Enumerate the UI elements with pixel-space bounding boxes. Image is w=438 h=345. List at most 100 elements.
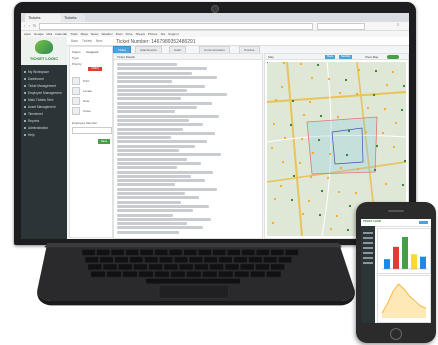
top-nav: Back Tickets Next	[71, 37, 102, 45]
bookmark-item[interactable]: Apps	[24, 32, 31, 36]
sidebar-item[interactable]: My Workspace	[24, 69, 66, 75]
locate-button[interactable]: Locate	[72, 87, 110, 96]
bookmark-item[interactable]: Mail	[47, 32, 53, 36]
browser-tab-strip: Tickets Tickets	[21, 13, 409, 22]
map-marker	[345, 153, 349, 157]
bookmark-item[interactable]: Photos	[148, 32, 157, 36]
sidebar-item[interactable]: Dashboard	[24, 76, 66, 82]
save-button[interactable]: Save	[98, 139, 110, 144]
bookmark-item[interactable]: Trello	[70, 32, 77, 36]
sidebar-item-label: Employee Management	[28, 91, 62, 95]
nav-back-button[interactable]: Back	[71, 39, 78, 43]
ticket-text-line	[117, 196, 199, 200]
sidebar-item[interactable]: Ticket Management	[24, 83, 66, 89]
laptop-screen: Tickets Tickets ‹ › ↻ ≡ Apps Google Mail Ca…	[21, 13, 409, 239]
map-marker	[326, 176, 330, 180]
bookmark-item[interactable]: Weather	[101, 32, 112, 36]
keyboard-key	[255, 263, 270, 270]
phone-speaker	[388, 210, 404, 212]
keyboard-key	[240, 263, 255, 270]
keyboard-key	[234, 271, 250, 278]
reload-icon[interactable]: ↻	[33, 23, 36, 28]
bookmark-item[interactable]: News	[91, 32, 99, 36]
phone-home-button[interactable]	[390, 328, 402, 340]
browser-tab-new[interactable]: Tickets	[61, 14, 85, 22]
sidebar-item[interactable]: Mark Tickets Sent	[24, 97, 66, 103]
ticket-text-line	[117, 84, 205, 88]
employee-member-select[interactable]	[72, 127, 112, 134]
back-icon[interactable]: ‹	[24, 23, 25, 28]
bookmark-item[interactable]: Calendar	[55, 32, 67, 36]
maps-button[interactable]: Maps	[325, 55, 336, 59]
map-marker	[328, 152, 332, 156]
ticket-text-line	[117, 166, 177, 170]
sidebar-item-label: Mark Tickets Sent	[28, 98, 54, 102]
type-label: Type:	[72, 56, 80, 60]
sidebar-item-label: Reports	[28, 119, 40, 123]
keyboard-key	[154, 271, 170, 278]
keyboard-key	[138, 271, 154, 278]
keyboard-key	[125, 249, 139, 256]
keyboard-key	[129, 256, 144, 263]
sidebar-item[interactable]: Asset Management	[24, 104, 66, 110]
print-button[interactable]: Print	[72, 77, 110, 86]
ticket-text-line	[117, 106, 197, 109]
keyboard-key	[202, 271, 218, 278]
keyboard-key	[99, 256, 114, 263]
keyboard-key	[159, 256, 173, 263]
map-marker	[281, 160, 285, 164]
keyboard-key	[163, 263, 179, 270]
ticket-text-line	[117, 209, 193, 213]
menu-icon[interactable]: ≡	[397, 22, 399, 27]
note-button[interactable]: Note	[72, 97, 110, 106]
map-marker	[270, 146, 274, 150]
browser-tab-active[interactable]: Tickets	[25, 14, 61, 22]
map-marker	[319, 114, 323, 118]
forward-icon[interactable]: ›	[29, 23, 30, 28]
ticket-text-line	[117, 157, 187, 161]
keyboard-key	[87, 263, 102, 270]
ticket-text-line	[117, 187, 217, 191]
ticket-header: Back Tickets Next Ticket Number: 1467989…	[67, 37, 409, 46]
sidebar-item[interactable]: Reports	[24, 118, 66, 124]
map-marker	[301, 212, 305, 216]
bookmark-item[interactable]: Google	[34, 32, 44, 36]
ticket-text-line	[117, 179, 205, 183]
keyboard-key	[96, 249, 110, 256]
close-ticket-button[interactable]: Close	[72, 107, 110, 116]
ticket-text-line	[117, 149, 179, 152]
show-map-toggle[interactable]	[387, 55, 399, 59]
keyboard-key	[154, 249, 168, 256]
bookmark-item[interactable]: Drive	[126, 32, 133, 36]
bookmark-item[interactable]: Sheets	[136, 32, 145, 36]
status-label: Status:	[72, 50, 82, 54]
keyboard-key	[133, 263, 148, 270]
nav-tickets-button[interactable]: Tickets	[82, 39, 92, 43]
sidebar-item-label: Ticket Management	[28, 84, 56, 88]
sidebar-item[interactable]: Timesheet	[24, 111, 66, 117]
map-marker	[381, 131, 385, 135]
map-marker	[327, 77, 331, 81]
sidebar-item[interactable]: Help	[24, 132, 66, 138]
sidebar-item-icon	[24, 92, 26, 95]
sidebar-item-label: Administration	[28, 126, 49, 130]
sidebar-item[interactable]: Administration	[24, 125, 66, 131]
keyboard-key	[186, 271, 202, 278]
sidebar-item-label: Help	[28, 133, 35, 137]
keyboard-key	[106, 271, 122, 278]
bookmark-item[interactable]: Support	[168, 32, 179, 36]
map-marker	[329, 227, 333, 231]
phone-menu-button[interactable]	[419, 221, 428, 224]
close-label: Close	[83, 109, 91, 113]
sidebar-item[interactable]: Employee Management	[24, 90, 66, 96]
bookmark-item[interactable]: Docs	[116, 32, 123, 36]
nav-next-button[interactable]: Next	[96, 39, 103, 43]
keyboard-key	[169, 249, 183, 256]
satellite-button[interactable]: Satellite	[339, 55, 353, 59]
browser-search-input[interactable]	[317, 23, 365, 30]
keyboard-key	[248, 256, 263, 263]
address-bar[interactable]	[39, 23, 313, 30]
bookmark-item[interactable]: Maps	[81, 32, 88, 36]
touchpad[interactable]	[158, 284, 229, 299]
bookmark-item[interactable]: Jira	[160, 32, 165, 36]
